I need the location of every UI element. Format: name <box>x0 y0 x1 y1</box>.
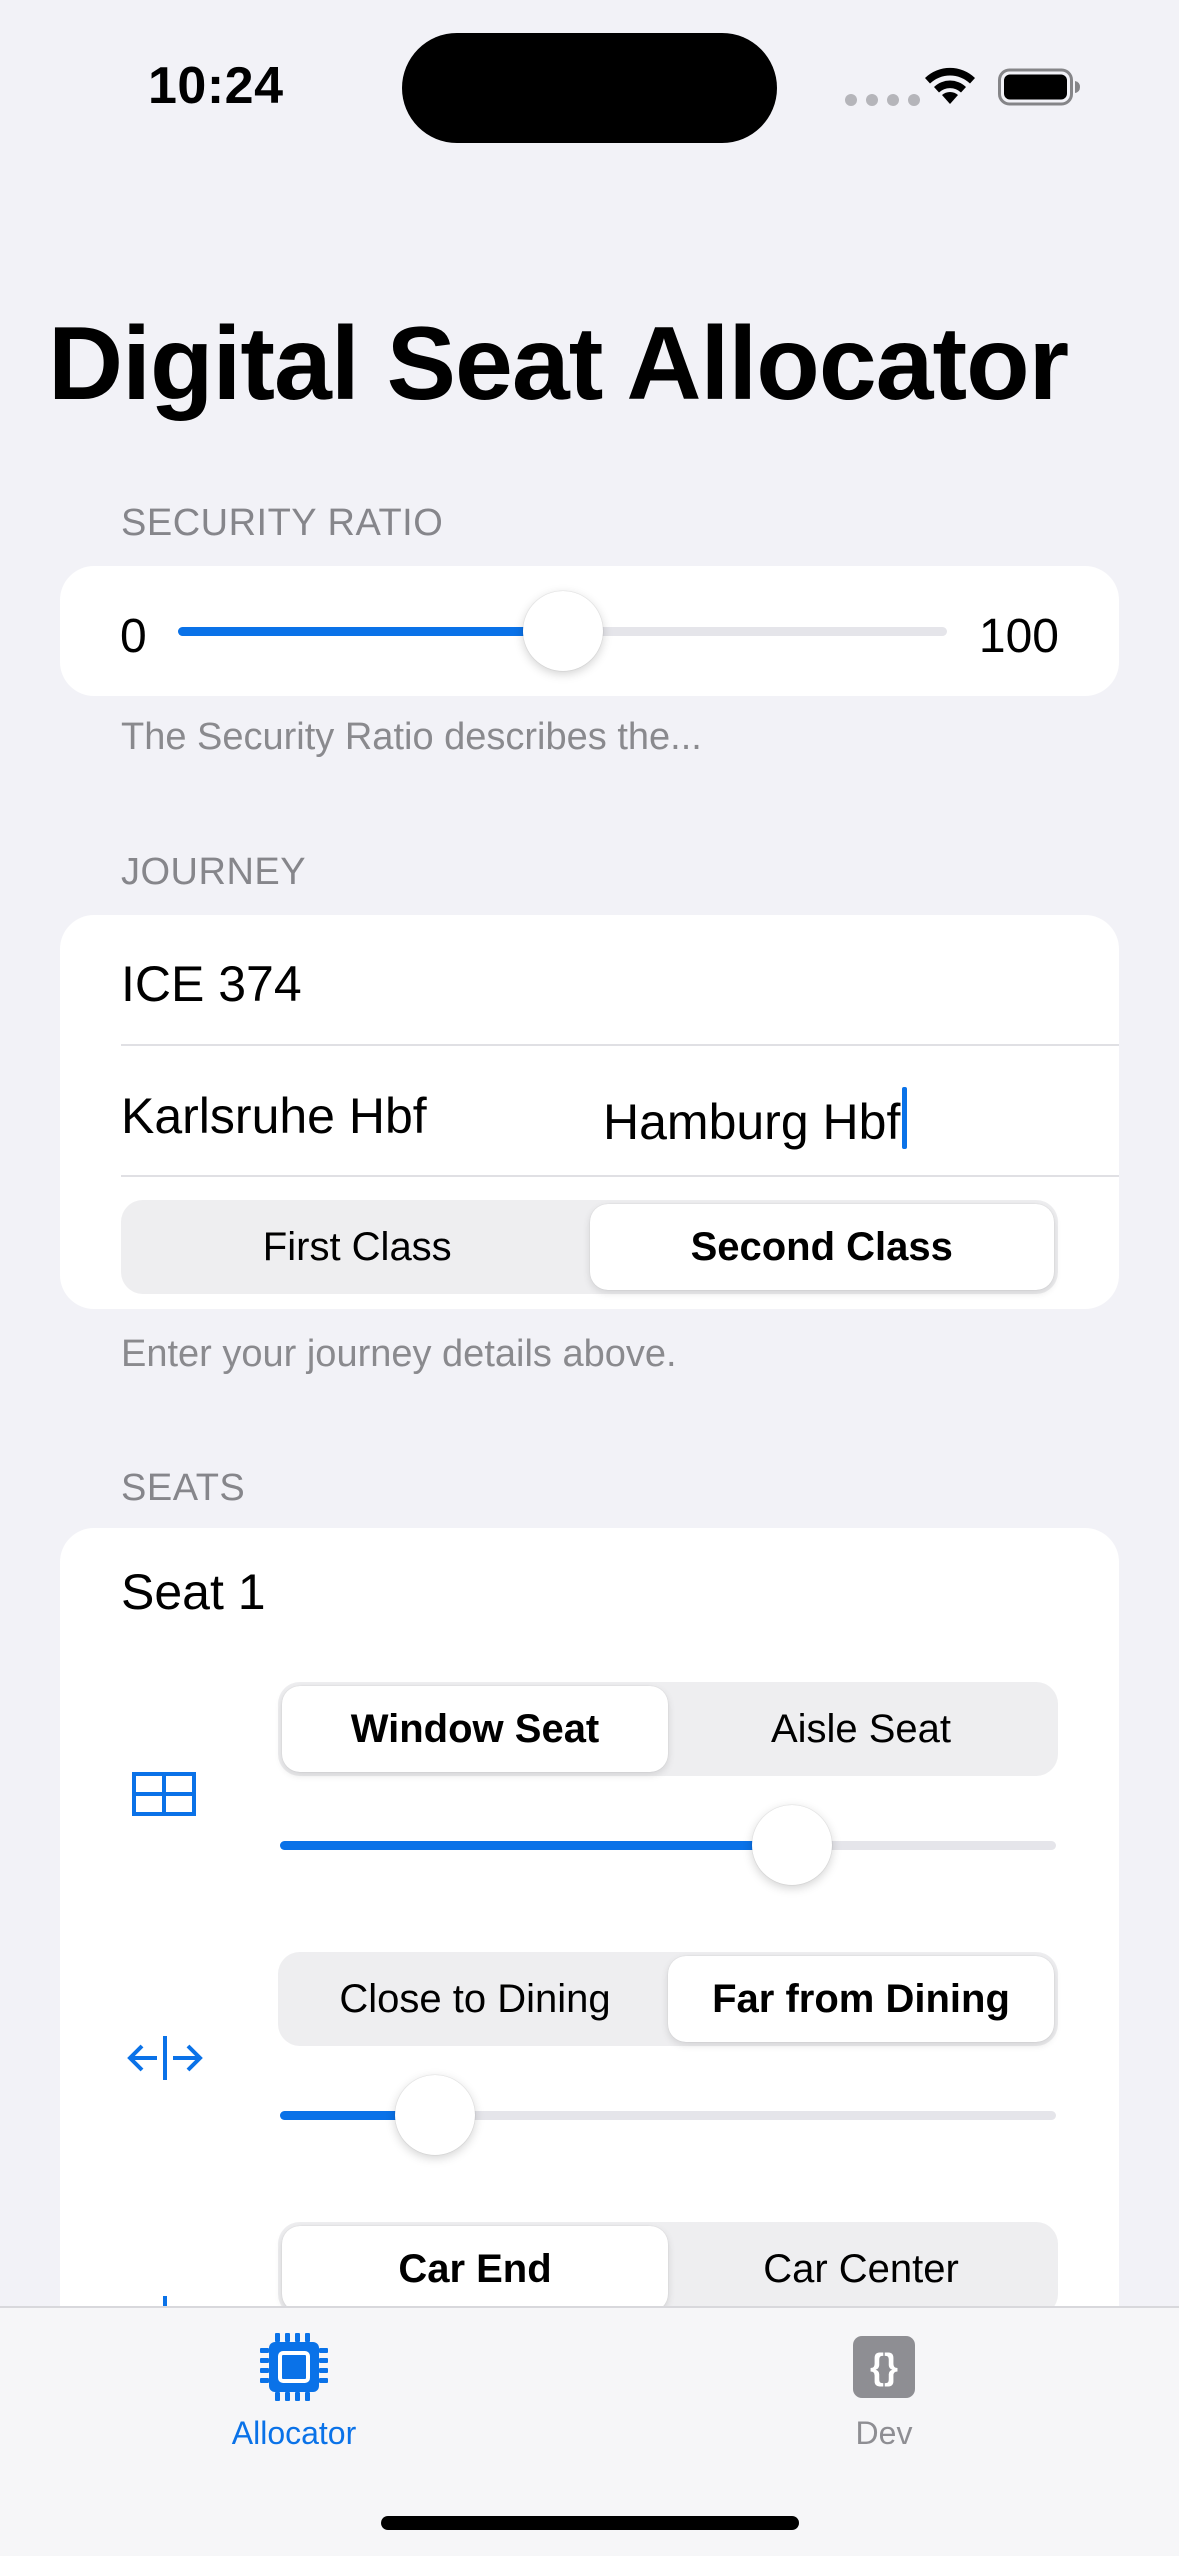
slider-thumb[interactable] <box>522 591 603 671</box>
class-segmented-control[interactable]: First Class Second Class <box>121 1200 1058 1294</box>
slider-thumb[interactable] <box>395 2075 476 2155</box>
chip-icon <box>260 2333 328 2401</box>
slider-fill <box>280 1841 793 1850</box>
segment-first-class[interactable]: First Class <box>125 1204 590 1290</box>
tab-label: Dev <box>855 2415 913 2451</box>
tab-label: Allocator <box>231 2415 357 2451</box>
destination-field[interactable]: Hamburg Hbf <box>603 1087 908 1151</box>
page-title: Digital Seat Allocator <box>48 306 1069 422</box>
segment-second-class[interactable]: Second Class <box>589 1204 1054 1290</box>
slider-fill <box>178 627 563 636</box>
cellular-signal-icon <box>845 94 920 106</box>
security-ratio-slider[interactable] <box>178 591 947 671</box>
seats-card: Seat 1 Window Seat Aisle Seat Close to D… <box>60 1528 1119 2428</box>
journey-header: JOURNEY <box>121 851 307 893</box>
wifi-icon <box>925 67 975 104</box>
dining-preference-slider[interactable] <box>280 2075 1056 2155</box>
journey-footer: Enter your journey details above. <box>121 1333 677 1375</box>
separator <box>121 1044 1119 1046</box>
dining-segmented-control[interactable]: Close to Dining Far from Dining <box>278 1952 1058 2046</box>
segment-close-to-dining[interactable]: Close to Dining <box>282 1956 668 2042</box>
window-aisle-segmented-control[interactable]: Window Seat Aisle Seat <box>278 1682 1058 1776</box>
segment-far-from-dining[interactable]: Far from Dining <box>668 1956 1054 2042</box>
segment-car-center[interactable]: Car Center <box>668 2226 1054 2312</box>
slider-min-label: 0 <box>120 610 147 663</box>
security-ratio-card: 0 100 <box>60 566 1119 696</box>
window-grid-icon <box>132 1772 196 1816</box>
slider-max-label: 100 <box>978 610 1059 663</box>
car-position-segmented-control[interactable]: Car End Car Center <box>278 2222 1058 2316</box>
slider-thumb[interactable] <box>752 1805 833 1885</box>
origin-field[interactable]: Karlsruhe Hbf <box>121 1087 427 1145</box>
svg-text:{}: {} <box>870 2346 898 2387</box>
app-screen: 10:24 Digital Seat Allocator SECURITY RA… <box>0 0 1179 2556</box>
segment-car-end[interactable]: Car End <box>282 2226 668 2312</box>
battery-icon <box>998 68 1080 106</box>
destination-text: Hamburg Hbf <box>603 1094 901 1150</box>
security-ratio-header: SECURITY RATIO <box>121 502 444 544</box>
segment-window-seat[interactable]: Window Seat <box>282 1686 668 1772</box>
separator <box>121 1175 1119 1177</box>
dynamic-island <box>402 33 777 143</box>
home-indicator <box>381 2516 799 2530</box>
segment-aisle-seat[interactable]: Aisle Seat <box>668 1686 1054 1772</box>
security-ratio-footer: The Security Ratio describes the... <box>121 716 702 758</box>
seats-header: SEATS <box>121 1467 246 1509</box>
arrows-left-right-icon <box>127 2036 203 2080</box>
tab-dev[interactable]: {} Dev <box>774 2330 994 2452</box>
journey-card: ICE 374 Karlsruhe Hbf Hamburg Hbf First … <box>60 915 1119 1309</box>
curly-braces-icon: {} <box>853 2336 915 2398</box>
text-cursor <box>902 1087 908 1149</box>
status-time: 10:24 <box>148 57 284 115</box>
tab-allocator[interactable]: Allocator <box>184 2330 404 2452</box>
window-preference-slider[interactable] <box>280 1805 1056 1885</box>
seat-title: Seat 1 <box>121 1564 266 1620</box>
train-number-field[interactable]: ICE 374 <box>121 955 302 1013</box>
